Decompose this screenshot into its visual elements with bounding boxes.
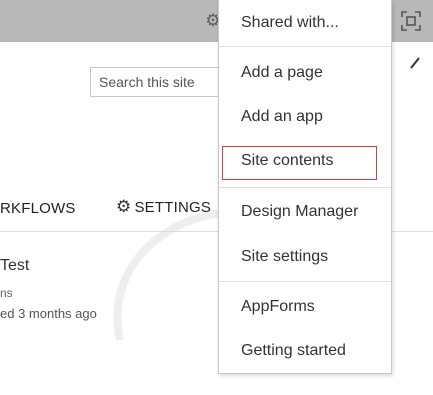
settings-menu: Shared with... Add a page Add an app Sit… xyxy=(218,0,392,374)
menu-item-appforms[interactable]: AppForms xyxy=(241,298,315,316)
menu-item-design-manager[interactable]: Design Manager xyxy=(241,203,358,221)
nav-settings-label: SETTINGS xyxy=(134,198,212,216)
list-title[interactable]: Test xyxy=(0,257,29,275)
menu-separator xyxy=(219,187,391,188)
menu-item-getting-started[interactable]: Getting started xyxy=(241,342,346,360)
search-placeholder: Search this site xyxy=(99,74,195,90)
menu-item-add-page[interactable]: Add a page xyxy=(241,64,323,82)
list-meta: ns xyxy=(0,286,13,300)
scroll-arrow-icon[interactable] xyxy=(405,48,425,108)
menu-item-site-contents[interactable]: Site contents xyxy=(241,152,334,170)
focus-on-content-icon[interactable] xyxy=(400,10,422,32)
search-input[interactable]: Search this site xyxy=(90,67,220,97)
list-modified: ed 3 months ago xyxy=(0,306,97,321)
nav-settings[interactable]: ⚙ SETTINGS xyxy=(116,197,211,217)
menu-item-shared-with[interactable]: Shared with... xyxy=(241,14,339,32)
menu-item-site-settings[interactable]: Site settings xyxy=(241,248,328,266)
gear-icon: ⚙ xyxy=(116,197,132,216)
nav-workflows[interactable]: RKFLOWS xyxy=(0,200,76,217)
menu-item-add-app[interactable]: Add an app xyxy=(241,108,323,126)
menu-separator xyxy=(219,46,391,47)
menu-separator xyxy=(219,281,391,282)
